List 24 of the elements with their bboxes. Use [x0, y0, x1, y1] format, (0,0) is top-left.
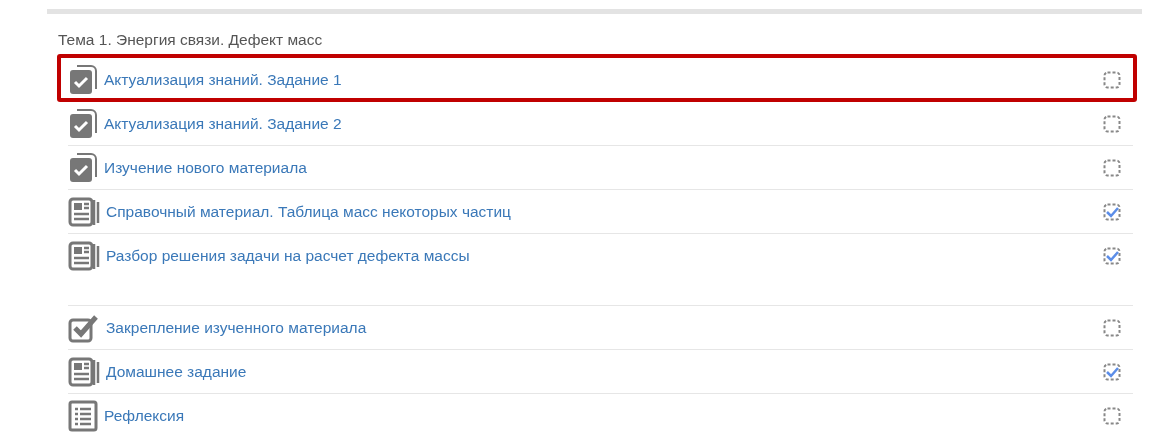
activity-link[interactable]: Актуализация знаний. Задание 1 — [104, 67, 342, 92]
completion-checkbox[interactable] — [1103, 362, 1121, 381]
activity-link[interactable]: Домашнее задание — [106, 359, 247, 384]
completion-checkbox[interactable] — [1103, 407, 1121, 425]
completion-checkbox[interactable] — [1103, 318, 1121, 337]
activity-link[interactable]: Справочный материал. Таблица масс некоторых частиц — [106, 199, 511, 224]
completion-checkbox[interactable] — [1103, 70, 1121, 89]
newspaper-icon — [68, 196, 100, 227]
newspaper-icon — [68, 241, 100, 271]
stacked-check-icon — [68, 151, 98, 184]
activity-link[interactable]: Разбор решения задачи на расчет дефекта массы — [106, 244, 470, 268]
section-title: Тема 1. Энергия связи. Дефект масс — [57, 30, 324, 50]
completion-checkbox[interactable] — [1103, 114, 1121, 133]
completion-checkbox[interactable] — [1103, 247, 1121, 265]
stacked-check-icon — [68, 107, 98, 140]
activity-link[interactable]: Закрепление изученного материала — [106, 315, 367, 340]
activity-link[interactable]: Рефлексия — [104, 404, 185, 428]
completion-checkbox[interactable] — [1103, 202, 1121, 221]
stacked-check-icon — [68, 63, 98, 96]
completion-checkbox[interactable] — [1103, 158, 1121, 177]
list-icon — [68, 400, 98, 432]
newspaper-icon — [68, 356, 100, 387]
activity-link[interactable]: Актуализация знаний. Задание 2 — [104, 111, 342, 136]
activity-link[interactable]: Изучение нового материала — [104, 155, 307, 180]
